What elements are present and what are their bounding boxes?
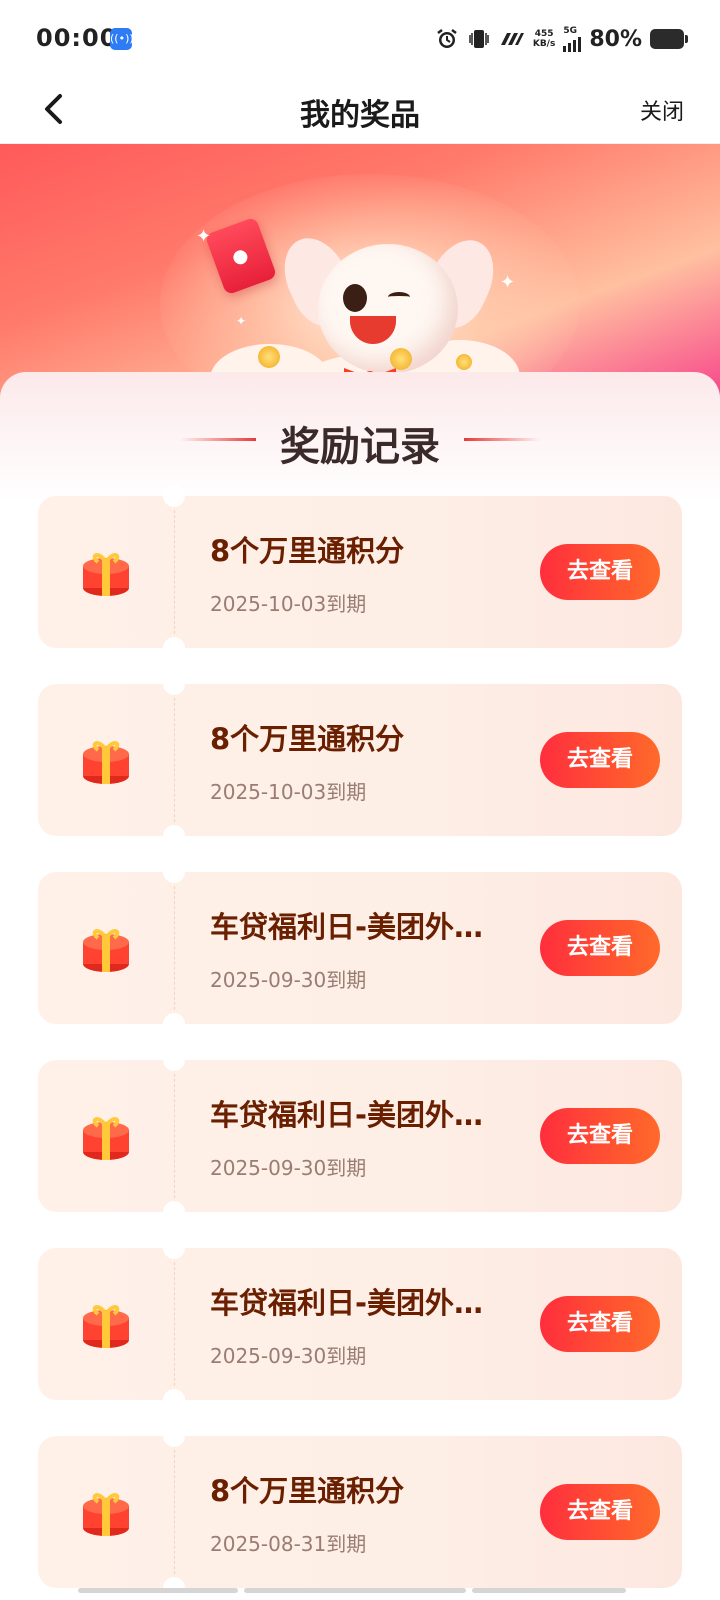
coin-icon <box>456 354 472 370</box>
reward-card: 车贷福利日-美团外卖红包 2025-09-30到期 去查看 <box>38 1049 682 1223</box>
sparkle-icon: ✦ <box>236 314 247 328</box>
network-type: 5G <box>563 25 577 36</box>
gift-box-icon <box>83 929 129 972</box>
coin-icon <box>390 348 412 370</box>
sparkle-icon: ✦ <box>500 272 516 293</box>
reward-list: 8个万里通积分 2025-10-03到期 去查看 8个万里通积分 2025-10… <box>38 485 682 1600</box>
nfc-icon: ((•)) <box>110 28 134 50</box>
card-notch <box>163 485 185 507</box>
reward-title: 车贷福利日-美团外卖红包 <box>210 1286 510 1320</box>
card-notch <box>163 1201 185 1223</box>
card-divider <box>174 1074 175 1198</box>
close-button[interactable]: 关闭 <box>640 94 684 126</box>
wifi-speed-icon <box>500 33 524 45</box>
nav-bar: 我的奖品 关闭 <box>0 76 720 144</box>
reward-card: 车贷福利日-美团外卖红包 2025-09-30到期 去查看 <box>38 861 682 1035</box>
gift-box-icon <box>83 1117 129 1160</box>
reward-expiry: 2025-08-31到期 <box>210 1532 367 1556</box>
hero-banner: ✦ ✦ ✦ <box>0 144 720 404</box>
net-speed-unit: KB/s <box>532 39 556 49</box>
reward-card: 8个万里通积分 2025-10-03到期 去查看 <box>38 485 682 659</box>
signal-group: 5G <box>563 25 582 52</box>
view-button[interactable]: 去查看 <box>540 920 660 976</box>
alarm-icon <box>437 29 457 48</box>
title-decoration-line <box>464 438 540 441</box>
sparkle-icon: ✦ <box>196 226 212 247</box>
coin-icon <box>258 346 280 368</box>
signal-icon <box>563 36 582 52</box>
card-notch <box>163 1389 185 1411</box>
net-speed-value: 455 <box>534 29 554 39</box>
card-notch <box>163 673 185 695</box>
reward-card: 8个万里通积分 2025-08-31到期 去查看 <box>38 1425 682 1599</box>
gift-box-icon <box>83 1305 129 1348</box>
mascot-dog <box>318 244 458 374</box>
page-title: 我的奖品 <box>300 98 420 133</box>
card-divider <box>174 698 175 822</box>
reward-card: 8个万里通积分 2025-10-03到期 去查看 <box>38 673 682 847</box>
mascot-wink <box>388 292 410 302</box>
reward-title: 8个万里通积分 <box>210 1474 405 1508</box>
reward-title: 8个万里通积分 <box>210 722 405 756</box>
status-time: 00:00 <box>36 24 118 52</box>
view-button[interactable]: 去查看 <box>540 732 660 788</box>
card-notch <box>163 825 185 847</box>
vibrate-icon <box>469 30 489 48</box>
gift-box-icon <box>83 1493 129 1536</box>
card-divider <box>174 1262 175 1386</box>
net-speed: 455 KB/s <box>533 29 555 49</box>
mascot-eye <box>343 284 367 312</box>
card-notch <box>163 1237 185 1259</box>
reward-title: 车贷福利日-美团外卖红包 <box>210 1098 510 1132</box>
card-divider <box>174 886 175 1010</box>
card-notch <box>163 861 185 883</box>
reward-panel: 奖励记录 8个万里通积分 2025-10-03到期 去查看 8个万里通积分 20… <box>0 372 720 1600</box>
battery-percent: 80% <box>589 26 642 52</box>
view-button[interactable]: 去查看 <box>540 1296 660 1352</box>
reward-title: 车贷福利日-美团外卖红包 <box>210 910 510 944</box>
card-notch <box>163 1013 185 1035</box>
card-notch <box>163 1425 185 1447</box>
card-divider <box>174 1450 175 1574</box>
status-bar: 00:00 ((•)) 455 KB/s 5G 80% <box>0 0 720 76</box>
reward-card: 车贷福利日-美团外卖红包 2025-09-30到期 去查看 <box>38 1237 682 1411</box>
section-title: 奖励记录 <box>280 424 440 470</box>
view-button[interactable]: 去查看 <box>540 1484 660 1540</box>
reward-expiry: 2025-09-30到期 <box>210 1156 367 1180</box>
reward-expiry: 2025-10-03到期 <box>210 592 367 616</box>
gift-box-icon <box>83 741 129 784</box>
scroll-indicator <box>78 1588 626 1594</box>
reward-title: 8个万里通积分 <box>210 534 405 568</box>
card-notch <box>163 637 185 659</box>
view-button[interactable]: 去查看 <box>540 544 660 600</box>
card-divider <box>174 510 175 634</box>
view-button[interactable]: 去查看 <box>540 1108 660 1164</box>
gift-box-icon <box>83 553 129 596</box>
reward-expiry: 2025-09-30到期 <box>210 968 367 992</box>
reward-expiry: 2025-10-03到期 <box>210 780 367 804</box>
card-notch <box>163 1049 185 1071</box>
reward-expiry: 2025-09-30到期 <box>210 1344 367 1368</box>
battery-icon <box>650 29 688 49</box>
status-icons: 455 KB/s 5G 80% <box>435 22 688 56</box>
